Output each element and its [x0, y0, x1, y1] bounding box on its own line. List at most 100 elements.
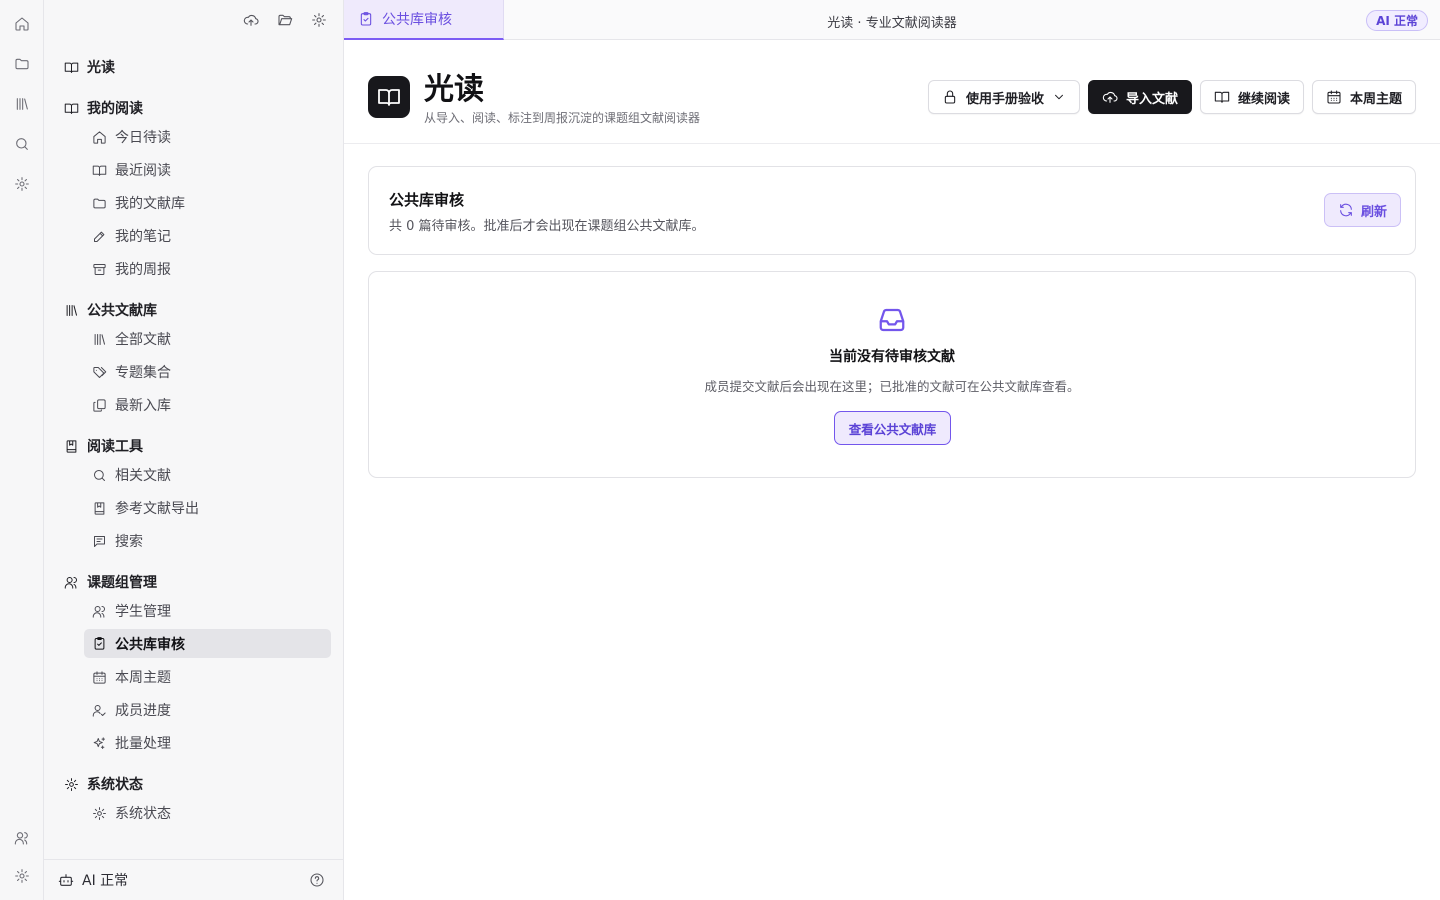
library-icon: [92, 332, 107, 347]
sidebar-item-system-status[interactable]: 系统状态: [92, 803, 171, 823]
sidebar-item-label: 公共库审核: [115, 636, 185, 653]
view-public-library-button[interactable]: 查看公共文献库: [834, 411, 951, 445]
sidebar-group-label: 阅读工具: [87, 439, 143, 455]
archive-icon: [92, 262, 107, 277]
folder-icon: [92, 196, 107, 211]
sidebar-item-today[interactable]: 今日待读: [92, 127, 171, 147]
sidebar: 光读 我的阅读 今日待读 最近阅读 我的文献库 我的笔记 我的周报 公共文献库 …: [44, 0, 344, 900]
review-summary: 共 0 篇待审核。批准后才会出现在课题组公共文献库。: [389, 219, 705, 234]
sidebar-item-public-review[interactable]: 公共库审核: [84, 629, 331, 658]
calendar-icon: [1326, 89, 1342, 105]
page-title: 光读: [424, 72, 484, 107]
lock-icon: [942, 89, 958, 105]
button-label: 导入文献: [1125, 91, 1178, 107]
settings-icon[interactable]: [12, 866, 32, 886]
message-square-icon: [92, 534, 107, 549]
sidebar-item-label: 本周主题: [115, 670, 171, 686]
button-label: 使用手册验收: [965, 91, 1044, 107]
review-title: 公共库审核: [389, 191, 465, 209]
sidebar-item-batch[interactable]: 批量处理: [92, 733, 171, 753]
sidebar-item-label: 我的笔记: [115, 229, 171, 245]
bot-icon: [58, 872, 74, 888]
book-open-icon: [64, 101, 79, 116]
settings-icon[interactable]: [12, 174, 32, 194]
weekly-topic-button[interactable]: 本周主题: [1311, 80, 1416, 114]
upload-icon: [1102, 89, 1118, 105]
activity-rail: [0, 0, 44, 900]
settings-icon[interactable]: [311, 10, 327, 30]
copy-icon: [92, 398, 107, 413]
users-icon: [92, 604, 107, 619]
sidebar-root-guangdu[interactable]: 光读: [64, 57, 115, 77]
header-actions: 使用手册验收 导入文献 继续阅读 本周主题: [927, 80, 1416, 114]
refresh-icon: [1338, 202, 1354, 218]
import-papers-button[interactable]: 导入文献: [1087, 80, 1192, 114]
sidebar-item-collections[interactable]: 专题集合: [92, 362, 171, 382]
chevron-down-icon: [1052, 90, 1066, 104]
top-bar: 公共库审核 光读 · 专业文献阅读器 AI 正常: [344, 0, 1440, 40]
users-icon[interactable]: [12, 828, 32, 848]
empty-state-title: 当前没有待审核文献: [829, 349, 955, 365]
ai-status[interactable]: AI 正常: [58, 870, 128, 890]
button-label: 本周主题: [1349, 91, 1402, 107]
ai-status-badge: AI 正常: [1366, 10, 1428, 31]
sidebar-group-label: 我的阅读: [87, 101, 143, 117]
sidebar-item-label: 最新入库: [115, 398, 171, 414]
sidebar-item-label: 最近阅读: [115, 163, 171, 179]
folder-open-icon[interactable]: [277, 10, 293, 30]
sidebar-item-related[interactable]: 相关文献: [92, 465, 171, 485]
sidebar-item-label: 我的文献库: [115, 196, 185, 212]
manual-acceptance-button[interactable]: 使用手册验收: [927, 80, 1080, 114]
sidebar-item-all-papers[interactable]: 全部文献: [92, 329, 171, 349]
pen-icon: [92, 229, 107, 244]
sidebar-group-label: 课题组管理: [87, 575, 157, 591]
sidebar-item-label: 学生管理: [115, 604, 171, 620]
folder-icon[interactable]: [12, 54, 32, 74]
book-marked-icon: [64, 439, 79, 454]
inbox-icon: [875, 305, 909, 335]
sidebar-item-export-references[interactable]: 参考文献导出: [92, 498, 199, 518]
sidebar-item-label: 参考文献导出: [115, 501, 199, 517]
sidebar-item-latest[interactable]: 最新入库: [92, 395, 171, 415]
sidebar-item-weekly-topic[interactable]: 本周主题: [92, 667, 171, 687]
sidebar-footer: AI 正常: [44, 859, 343, 900]
sidebar-group-public-library[interactable]: 公共文献库: [64, 300, 157, 320]
sidebar-item-member-progress[interactable]: 成员进度: [92, 700, 171, 720]
sidebar-item-search[interactable]: 搜索: [92, 531, 143, 551]
sidebar-item-label: 光读: [87, 60, 115, 76]
sparkles-icon: [92, 736, 107, 751]
help-circle-icon[interactable]: [309, 872, 325, 888]
home-icon: [92, 130, 107, 145]
settings-icon: [92, 806, 107, 821]
sidebar-group-system[interactable]: 系统状态: [64, 774, 143, 794]
upload-icon[interactable]: [243, 10, 259, 30]
sidebar-item-label: 今日待读: [115, 130, 171, 146]
home-icon[interactable]: [12, 14, 32, 34]
sidebar-group-lab-management[interactable]: 课题组管理: [64, 572, 157, 592]
library-icon[interactable]: [12, 94, 32, 114]
sidebar-item-notes[interactable]: 我的笔记: [92, 226, 171, 246]
sidebar-item-recent[interactable]: 最近阅读: [92, 160, 171, 180]
app-logo: [368, 76, 410, 118]
clipboard-check-icon: [92, 636, 107, 651]
continue-reading-button[interactable]: 继续阅读: [1199, 80, 1304, 114]
sidebar-item-weekly-report[interactable]: 我的周报: [92, 259, 171, 279]
sidebar-item-label: 全部文献: [115, 332, 171, 348]
calendar-icon: [92, 670, 107, 685]
sidebar-item-students[interactable]: 学生管理: [92, 601, 171, 621]
library-icon: [64, 303, 79, 318]
sidebar-group-reading-tools[interactable]: 阅读工具: [64, 436, 143, 456]
ai-status-label: AI 正常: [82, 873, 129, 889]
sidebar-item-my-library[interactable]: 我的文献库: [92, 193, 185, 213]
search-icon: [92, 468, 107, 483]
window-title: 光读 · 专业文献阅读器: [827, 16, 957, 31]
empty-state-description: 成员提交文献后会出现在这里；已批准的文献可在公共文献库查看。: [704, 379, 1080, 394]
book-open-icon: [92, 163, 107, 178]
sidebar-item-label: 专题集合: [115, 365, 171, 381]
search-icon[interactable]: [12, 134, 32, 154]
sidebar-item-label: 系统状态: [115, 806, 171, 822]
button-label: 继续阅读: [1237, 91, 1290, 107]
refresh-button[interactable]: 刷新: [1323, 193, 1401, 227]
user-check-icon: [92, 703, 107, 718]
sidebar-group-my-reading[interactable]: 我的阅读: [64, 98, 143, 118]
